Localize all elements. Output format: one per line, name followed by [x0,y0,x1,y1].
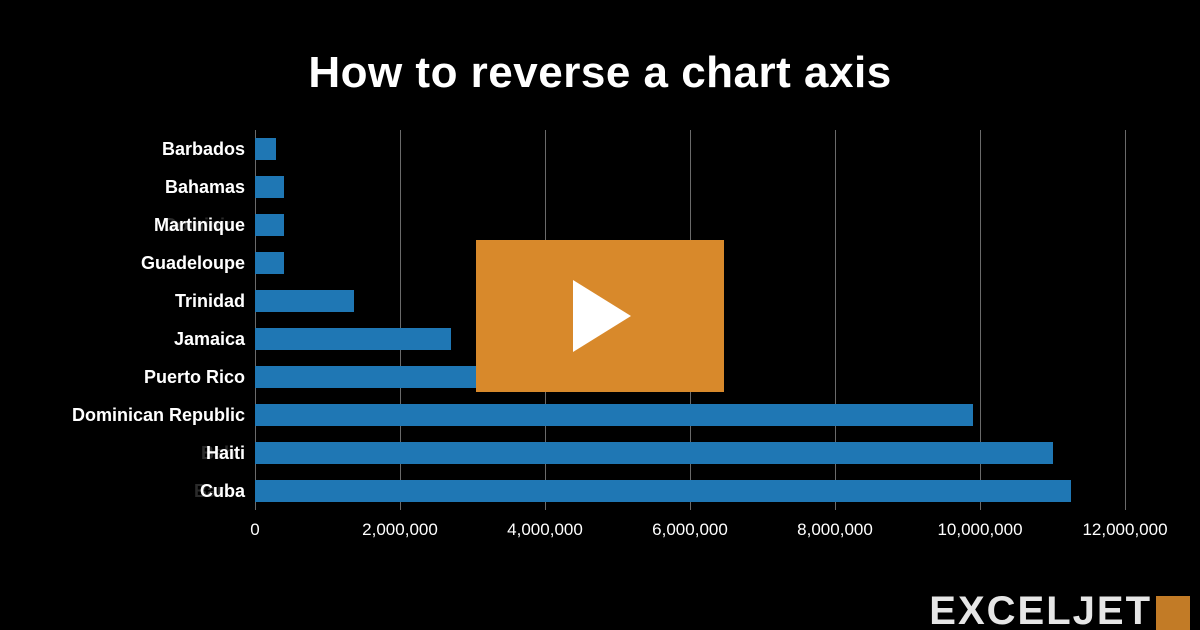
bar [255,290,354,312]
play-icon [565,276,635,356]
y-axis-label: Martinique [5,215,245,235]
y-axis-label: Jamaica [5,329,245,349]
y-axis-label: Puerto Rico [5,367,245,387]
bar [255,176,284,198]
bar [255,480,1071,502]
grid-line [1125,130,1126,510]
y-axis-label: Trinidad [5,291,245,311]
x-axis-tick: 8,000,000 [797,520,873,540]
bar [255,214,284,236]
bar [255,328,451,350]
x-axis-tick: 2,000,000 [362,520,438,540]
brand-logo: EXCELJET [929,589,1190,630]
x-axis-tick: 0 [250,520,259,540]
y-axis-label: Cuba [5,481,245,501]
y-axis-label: Bahamas [5,177,245,197]
brand-accent-icon [1156,596,1190,630]
brand-text: EXCELJET [929,589,1152,630]
x-axis-tick: 12,000,000 [1082,520,1167,540]
bar [255,404,973,426]
bar [255,138,276,160]
page-title: How to reverse a chart axis [0,0,1200,108]
bar [255,252,284,274]
x-axis-tick: 6,000,000 [652,520,728,540]
y-axis-label: Barbados [5,139,245,159]
y-axis-label: Guadeloupe [5,253,245,273]
play-button[interactable] [476,240,724,392]
y-axis-label: Dominican Republic [5,405,245,425]
x-axis-tick: 4,000,000 [507,520,583,540]
x-axis-tick: 10,000,000 [937,520,1022,540]
bar [255,442,1053,464]
bar [255,366,502,388]
y-axis-label: Haiti [5,443,245,463]
